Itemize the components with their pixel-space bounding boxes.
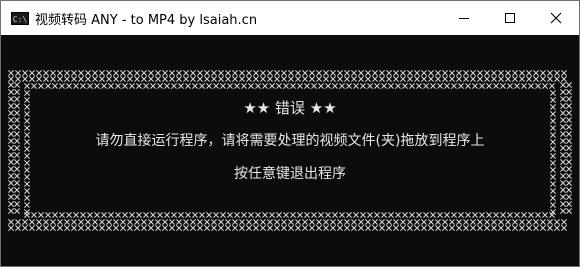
console-app-icon[interactable]: C:\: [11, 11, 29, 25]
console-output[interactable]: ★★ 错误 ★★ 请勿直接运行程序，请将需要处理的视频文件(夹)拖放到程序上 按…: [2, 36, 578, 265]
title-bar[interactable]: C:\ 视频转码 ANY - to MP4 by lsaiah.cn: [1, 1, 579, 35]
decorative-x-border: [8, 70, 572, 231]
error-message: 请勿直接运行程序，请将需要处理的视频文件(夹)拖放到程序上: [95, 133, 485, 149]
close-icon: [550, 12, 562, 24]
error-heading: ★★ 错误 ★★: [243, 99, 337, 117]
caption-buttons: [441, 1, 579, 35]
minimize-button[interactable]: [441, 1, 487, 35]
close-button[interactable]: [533, 1, 579, 35]
maximize-button[interactable]: [487, 1, 533, 35]
console-window: C:\ 视频转码 ANY - to MP4 by lsaiah.cn ★★ 错误…: [0, 0, 580, 267]
exit-prompt: 按任意键退出程序: [234, 166, 346, 182]
window-title: 视频转码 ANY - to MP4 by lsaiah.cn: [35, 12, 258, 28]
maximize-icon: [505, 13, 515, 23]
minimize-icon: [459, 18, 469, 19]
